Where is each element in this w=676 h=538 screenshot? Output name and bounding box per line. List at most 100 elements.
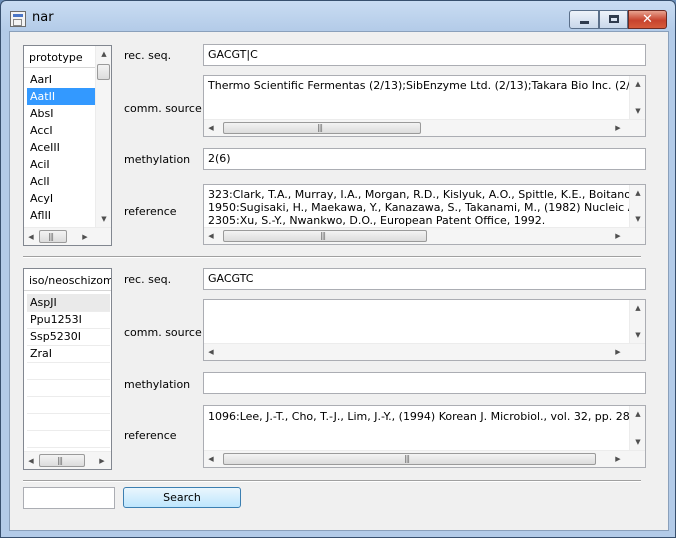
methylation-label: methylation [124, 153, 191, 166]
rec-seq-label: rec. seq. [124, 49, 172, 62]
list-item[interactable]: AceIII [27, 139, 95, 156]
scroll-down-icon[interactable]: ▼ [633, 107, 643, 115]
row-divider [27, 430, 110, 431]
app-window: nar ✕ prototype AarI AatII AbsI AccI Ace… [0, 0, 676, 538]
comm-source-memo[interactable]: Thermo Scientific Fermentas (2/13);SibEn… [203, 75, 646, 137]
row-divider [27, 413, 110, 414]
iso-comm-source-label: comm. source [124, 326, 202, 339]
iso-methylation-label: methylation [124, 378, 191, 391]
scroll-up-icon[interactable]: ▲ [99, 50, 109, 58]
methylation-field[interactable]: 2(6) [203, 148, 646, 170]
reference-line: 1950:Sugisaki, H., Maekawa, Y., Kanazawa… [208, 201, 646, 214]
scroll-thumb[interactable]: ||| [223, 122, 421, 134]
iso-reference-memo[interactable]: 1096:Lee, J.-T., Cho, T.-J., Lim, J.-Y.,… [203, 405, 646, 468]
reference-line: 2305:Xu, S.-Y., Nwankwo, D.O., European … [208, 214, 546, 227]
scroll-right-icon[interactable]: ▶ [613, 124, 623, 132]
list-item[interactable]: AciI [27, 156, 95, 173]
memo-hscrollbar[interactable]: ◀ ||| ▶ [204, 119, 645, 136]
scroll-up-icon[interactable]: ▲ [633, 410, 643, 418]
list-item[interactable]: Ssp5230I [27, 328, 110, 345]
iso-list-hscrollbar[interactable]: ◀ ||| ▶ [24, 451, 111, 469]
memo-hscrollbar[interactable]: ◀ ||| ▶ [204, 227, 645, 244]
grip-icon: ||| [320, 231, 326, 240]
prototype-listbox[interactable]: prototype AarI AatII AbsI AccI AceIII Ac… [23, 45, 112, 246]
reference-memo[interactable]: 323:Clark, T.A., Murray, I.A., Morgan, R… [203, 184, 646, 245]
scroll-right-icon[interactable]: ▶ [80, 233, 90, 241]
list-item[interactable]: Ppu1253I [27, 311, 110, 328]
scroll-thumb[interactable]: ||| [223, 453, 596, 465]
scroll-thumb[interactable]: ||| [223, 230, 427, 242]
scroll-thumb[interactable] [97, 64, 110, 80]
client-area: prototype AarI AatII AbsI AccI AceIII Ac… [9, 31, 669, 531]
comm-source-text: Thermo Scientific Fermentas (2/13);SibEn… [208, 79, 646, 92]
scroll-right-icon[interactable]: ▶ [613, 455, 623, 463]
scroll-up-icon[interactable]: ▲ [633, 80, 643, 88]
grip-icon: ||| [317, 123, 323, 132]
reference-label: reference [124, 205, 177, 218]
iso-rec-seq-label: rec. seq. [124, 273, 172, 286]
scroll-down-icon[interactable]: ▼ [99, 215, 109, 223]
iso-list-header[interactable]: iso/neoschizomers [24, 269, 111, 291]
list-item-selected[interactable]: AatII [27, 88, 95, 105]
scroll-left-icon[interactable]: ◀ [206, 124, 216, 132]
grip-icon: ||| [48, 232, 54, 241]
scroll-down-icon[interactable]: ▼ [633, 215, 643, 223]
search-input[interactable] [23, 487, 115, 509]
prototype-list-vscrollbar[interactable]: ▲ ▼ [95, 46, 111, 227]
minimize-button[interactable] [569, 10, 599, 29]
title-bar[interactable]: nar ✕ [1, 1, 675, 31]
maximize-icon [609, 15, 619, 23]
minimize-icon [580, 21, 589, 24]
list-item[interactable]: ZraI [27, 345, 110, 362]
scroll-down-icon[interactable]: ▼ [633, 331, 643, 339]
search-button[interactable]: Search [123, 487, 241, 508]
list-item[interactable]: AbsI [27, 105, 95, 122]
list-item[interactable]: AarI [27, 71, 95, 88]
scroll-thumb[interactable]: ||| [39, 454, 85, 467]
memo-vscrollbar[interactable]: ▲ ▼ [629, 185, 645, 227]
row-divider [27, 362, 110, 363]
row-divider [27, 379, 110, 380]
row-divider [27, 396, 110, 397]
list-item[interactable]: AspJI [27, 294, 110, 311]
comm-source-label: comm. source [124, 102, 202, 115]
memo-vscrollbar[interactable]: ▲ ▼ [629, 76, 645, 119]
iso-neoschizomers-listbox[interactable]: iso/neoschizomers AspJI Ppu1253I Ssp5230… [23, 268, 112, 470]
scroll-up-icon[interactable]: ▲ [633, 304, 643, 312]
scroll-up-icon[interactable]: ▲ [633, 189, 643, 197]
scroll-right-icon[interactable]: ▶ [613, 232, 623, 240]
scroll-right-icon[interactable]: ▶ [97, 457, 107, 465]
scroll-thumb[interactable]: ||| [39, 230, 67, 243]
scroll-down-icon[interactable]: ▼ [633, 438, 643, 446]
memo-vscrollbar[interactable]: ▲ ▼ [629, 406, 645, 450]
prototype-list-header[interactable]: prototype [24, 46, 95, 68]
section-divider [23, 480, 641, 482]
memo-hscrollbar[interactable]: ◀ ||| ▶ [204, 450, 645, 467]
list-item[interactable]: AccI [27, 122, 95, 139]
scroll-left-icon[interactable]: ◀ [26, 457, 36, 465]
scroll-left-icon[interactable]: ◀ [206, 348, 216, 356]
memo-hscrollbar[interactable]: ◀ ▶ [204, 343, 645, 360]
iso-comm-source-memo[interactable]: ▲ ▼ ◀ ▶ [203, 299, 646, 361]
iso-reference-label: reference [124, 429, 177, 442]
list-item[interactable]: AflII [27, 207, 95, 224]
close-button[interactable]: ✕ [628, 10, 667, 29]
scroll-right-icon[interactable]: ▶ [613, 348, 623, 356]
list-item[interactable]: AclI [27, 173, 95, 190]
row-divider [27, 328, 110, 329]
list-item[interactable]: AcyI [27, 190, 95, 207]
scroll-left-icon[interactable]: ◀ [206, 232, 216, 240]
maximize-button[interactable] [599, 10, 628, 29]
row-divider [27, 311, 110, 312]
memo-vscrollbar[interactable]: ▲ ▼ [629, 300, 645, 343]
row-divider [27, 447, 110, 448]
rec-seq-field[interactable]: GACGT|C [203, 44, 646, 66]
iso-rec-seq-field[interactable]: GACGTC [203, 268, 646, 290]
reference-line: 1096:Lee, J.-T., Cho, T.-J., Lim, J.-Y.,… [208, 410, 646, 423]
scroll-left-icon[interactable]: ◀ [26, 233, 36, 241]
scroll-left-icon[interactable]: ◀ [206, 455, 216, 463]
grip-icon: ||| [57, 456, 63, 465]
prototype-list-hscrollbar[interactable]: ◀ ||| ▶ [24, 227, 111, 245]
row-divider [27, 345, 110, 346]
iso-methylation-field[interactable] [203, 372, 646, 394]
